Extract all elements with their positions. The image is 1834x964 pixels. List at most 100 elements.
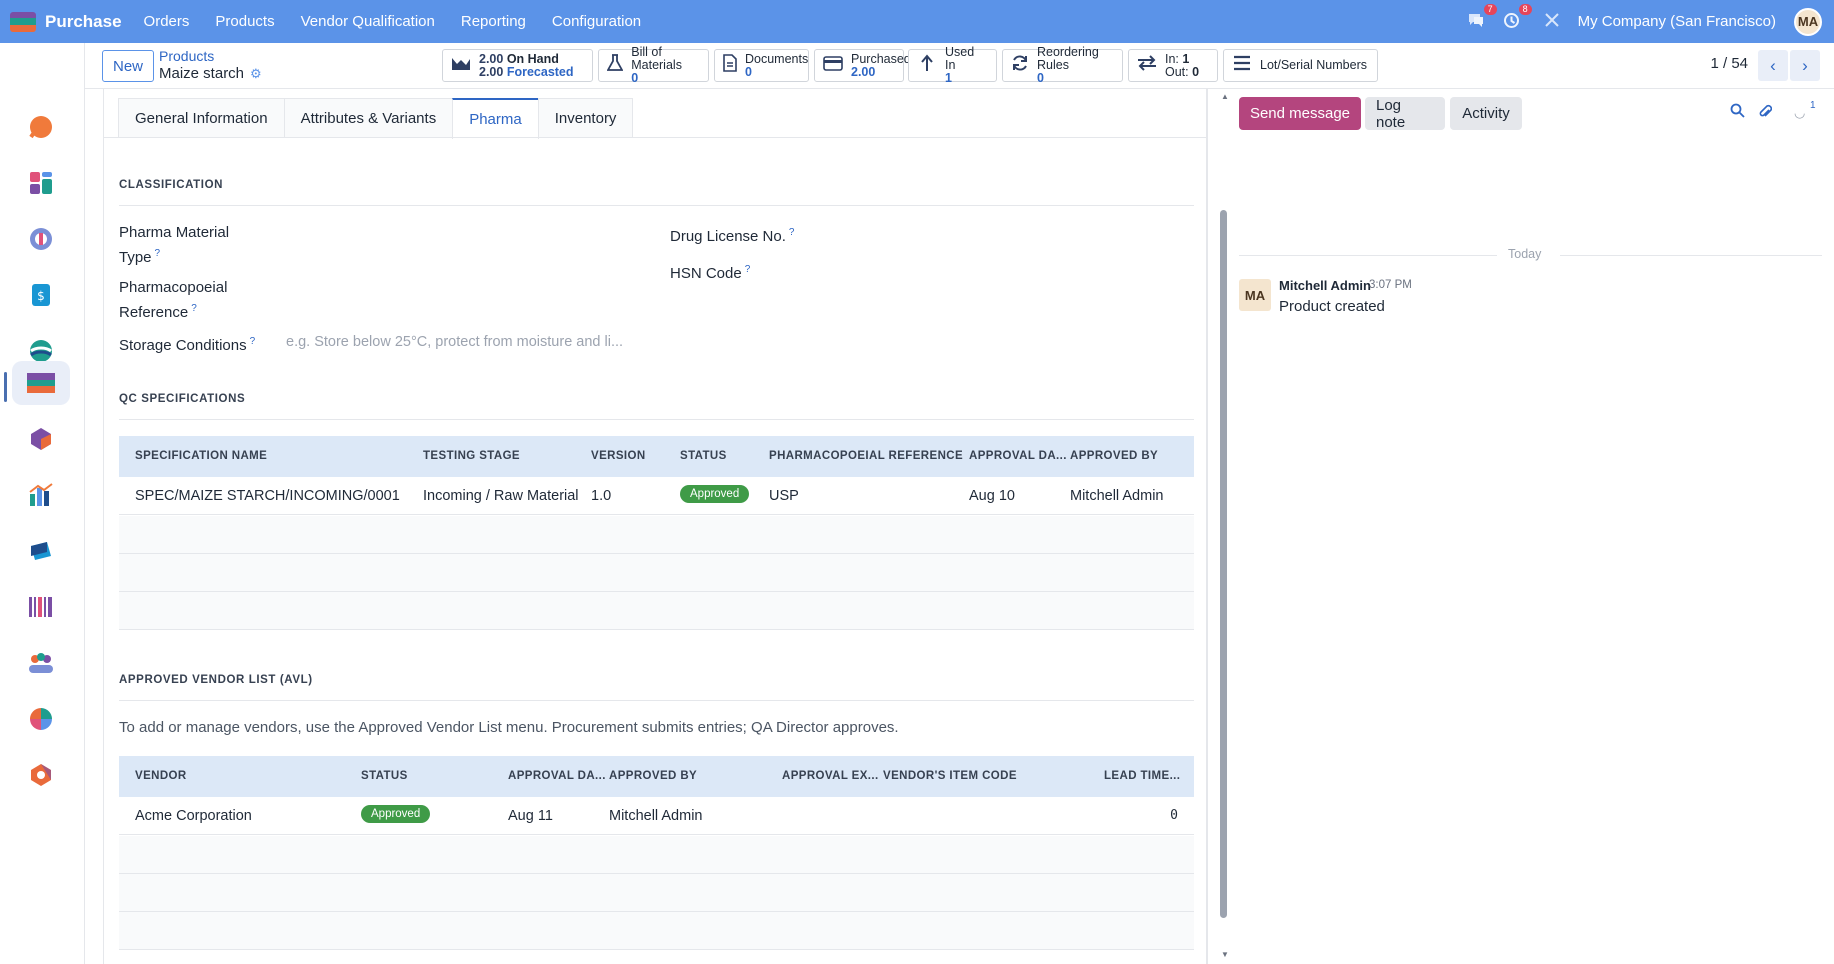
app-name[interactable]: Purchase bbox=[45, 12, 122, 32]
avl-col-approved-by[interactable]: APPROVED BY bbox=[609, 770, 697, 782]
gear-icon[interactable]: ⚙ bbox=[250, 66, 262, 82]
qc-col-version[interactable]: VERSION bbox=[591, 450, 646, 462]
pager-next-button[interactable]: › bbox=[1790, 50, 1820, 81]
avl-col-status[interactable]: STATUS bbox=[361, 770, 408, 782]
avl-col-vendor-item-code[interactable]: VENDOR'S ITEM CODE bbox=[883, 770, 1017, 782]
classification-title: CLASSIFICATION bbox=[119, 179, 224, 191]
reordering-label: Reordering Rules bbox=[1037, 45, 1099, 72]
bom-smart-button[interactable]: Bill of Materials 0 bbox=[598, 46, 709, 85]
menu-vendor-qualification[interactable]: Vendor Qualification bbox=[301, 13, 435, 30]
menu-reporting[interactable]: Reporting bbox=[461, 13, 526, 30]
company-switcher[interactable]: My Company (San Francisco) bbox=[1578, 13, 1776, 30]
breadcrumb-current-record: Maize starch ⚙ bbox=[159, 65, 262, 82]
lot-serial-smart-button[interactable]: Lot/Serial Numbers bbox=[1223, 49, 1378, 82]
barcode-app-icon[interactable] bbox=[12, 585, 70, 629]
search-icon[interactable] bbox=[1730, 103, 1745, 123]
credit-card-icon bbox=[823, 55, 843, 76]
qc-col-approval-date[interactable]: APPROVAL DA... bbox=[969, 450, 1067, 462]
used-in-smart-button[interactable]: Used In 1 bbox=[908, 45, 997, 85]
tab-inventory[interactable]: Inventory bbox=[537, 98, 634, 138]
documents-smart-button[interactable]: Documents 0 bbox=[714, 49, 809, 82]
avl-col-vendor[interactable]: VENDOR bbox=[135, 770, 187, 782]
avl-col-approval-date[interactable]: APPROVAL DA... bbox=[508, 770, 606, 782]
help-icon[interactable]: ? bbox=[789, 227, 795, 238]
purchased-value: 2.00 bbox=[851, 64, 876, 79]
purchase-app-icon[interactable] bbox=[10, 11, 36, 32]
quality-app-icon[interactable] bbox=[12, 697, 70, 741]
in-out-smart-button[interactable]: In: 1 Out: 0 bbox=[1128, 49, 1218, 82]
activities-icon[interactable]: 8 bbox=[1503, 3, 1532, 32]
reordering-rules-smart-button[interactable]: Reordering Rules 0 bbox=[1002, 45, 1123, 85]
sales-app-icon[interactable] bbox=[12, 529, 70, 573]
accounting-app-icon[interactable]: $ bbox=[12, 273, 70, 317]
classification-divider bbox=[119, 205, 1194, 206]
reporting-app-icon[interactable] bbox=[12, 473, 70, 517]
user-avatar[interactable]: MA bbox=[1794, 7, 1822, 36]
menu-configuration[interactable]: Configuration bbox=[552, 13, 641, 30]
activity-button[interactable]: Activity bbox=[1450, 97, 1522, 130]
discuss-round-app-icon[interactable] bbox=[12, 217, 70, 261]
new-button[interactable]: New bbox=[102, 50, 154, 82]
avl-col-approval-expiry[interactable]: APPROVAL EX... bbox=[782, 770, 879, 782]
employees-app-icon[interactable] bbox=[12, 641, 70, 685]
used-in-label: Used In bbox=[944, 45, 975, 72]
tab-attributes-variants[interactable]: Attributes & Variants bbox=[283, 98, 454, 138]
menu-products[interactable]: Products bbox=[215, 13, 274, 30]
avl-empty-row bbox=[119, 874, 1194, 912]
svg-text:$: $ bbox=[37, 289, 45, 303]
documents-value: 0 bbox=[745, 64, 752, 79]
in-value: 1 bbox=[1182, 51, 1190, 66]
forecast-label: Forecasted bbox=[506, 64, 574, 79]
qc-col-spec-name[interactable]: SPECIFICATION NAME bbox=[135, 450, 267, 462]
help-icon[interactable]: ? bbox=[250, 336, 256, 347]
help-icon[interactable]: ? bbox=[155, 248, 161, 259]
pager-previous-button[interactable]: ‹ bbox=[1758, 50, 1788, 81]
main-navbar: Purchase Orders Products Vendor Qualific… bbox=[0, 0, 1834, 43]
qc-col-testing-stage[interactable]: TESTING STAGE bbox=[423, 450, 520, 462]
activities-badge: 8 bbox=[1518, 3, 1532, 15]
avl-approved-by-cell: Mitchell Admin bbox=[609, 808, 703, 824]
qc-table-row[interactable]: SPEC/MAIZE STARCH/INCOMING/0001 Incoming… bbox=[119, 477, 1194, 515]
followers-icon[interactable]: ◡ bbox=[1794, 105, 1805, 121]
on-hand-smart-button[interactable]: 2.00 On Hand 2.00 Forecasted bbox=[442, 49, 593, 82]
area-chart-icon bbox=[451, 55, 471, 76]
tab-pharma[interactable]: Pharma bbox=[452, 98, 539, 139]
send-message-button[interactable]: Send message bbox=[1239, 97, 1361, 130]
form-sheet: General Information Attributes & Variant… bbox=[103, 89, 1207, 964]
avl-table-row[interactable]: Acme Corporation Approved Aug 11 Mitchel… bbox=[119, 797, 1194, 835]
qc-col-pharmacopoeial-ref[interactable]: PHARMACOPOEIAL REFERENCE bbox=[769, 450, 963, 462]
scrollbar-thumb[interactable] bbox=[1220, 210, 1227, 918]
used-in-value: 1 bbox=[944, 71, 952, 85]
help-icon[interactable]: ? bbox=[745, 264, 751, 275]
notebook-tabs: General Information Attributes & Variant… bbox=[118, 98, 634, 139]
message-author[interactable]: Mitchell Admin bbox=[1279, 278, 1371, 293]
tools-icon[interactable] bbox=[1544, 12, 1560, 31]
paperclip-icon[interactable] bbox=[1758, 103, 1773, 125]
qc-approval-date-cell: Aug 10 bbox=[969, 488, 1015, 504]
purchase-sidebar-icon[interactable] bbox=[12, 361, 70, 405]
discuss-app-icon[interactable] bbox=[12, 105, 70, 149]
purchased-smart-button[interactable]: Purchased 2.00 bbox=[814, 49, 911, 82]
avl-approval-date-cell: Aug 11 bbox=[508, 808, 553, 824]
breadcrumb-products[interactable]: Products bbox=[159, 48, 214, 64]
manufacturing-app-icon[interactable] bbox=[12, 417, 70, 461]
avl-vendor-cell: Acme Corporation bbox=[135, 808, 252, 824]
qc-col-approved-by[interactable]: APPROVED BY bbox=[1070, 450, 1158, 462]
app-sidebar: $ bbox=[0, 43, 85, 964]
log-note-button[interactable]: Log note bbox=[1365, 97, 1445, 131]
menu-orders[interactable]: Orders bbox=[144, 13, 190, 30]
storage-conditions-input[interactable]: e.g. Store below 25°C, protect from mois… bbox=[286, 334, 646, 350]
qc-specifications-title: QC SPECIFICATIONS bbox=[119, 393, 246, 405]
qc-col-status[interactable]: STATUS bbox=[680, 450, 727, 462]
messages-icon[interactable]: 7 bbox=[1467, 4, 1497, 31]
document-icon bbox=[723, 54, 737, 77]
tab-general-information[interactable]: General Information bbox=[118, 98, 285, 138]
avl-col-lead-time[interactable]: LEAD TIME... bbox=[1104, 770, 1180, 782]
flask-icon bbox=[606, 54, 624, 77]
settings-app-icon[interactable] bbox=[12, 753, 70, 797]
message-author-avatar[interactable]: MA bbox=[1239, 279, 1271, 311]
dashboards-app-icon[interactable] bbox=[12, 161, 70, 205]
avl-title: APPROVED VENDOR LIST (AVL) bbox=[119, 674, 313, 686]
help-icon[interactable]: ? bbox=[191, 303, 197, 314]
pager-value[interactable]: 1 / 54 bbox=[1710, 55, 1748, 72]
